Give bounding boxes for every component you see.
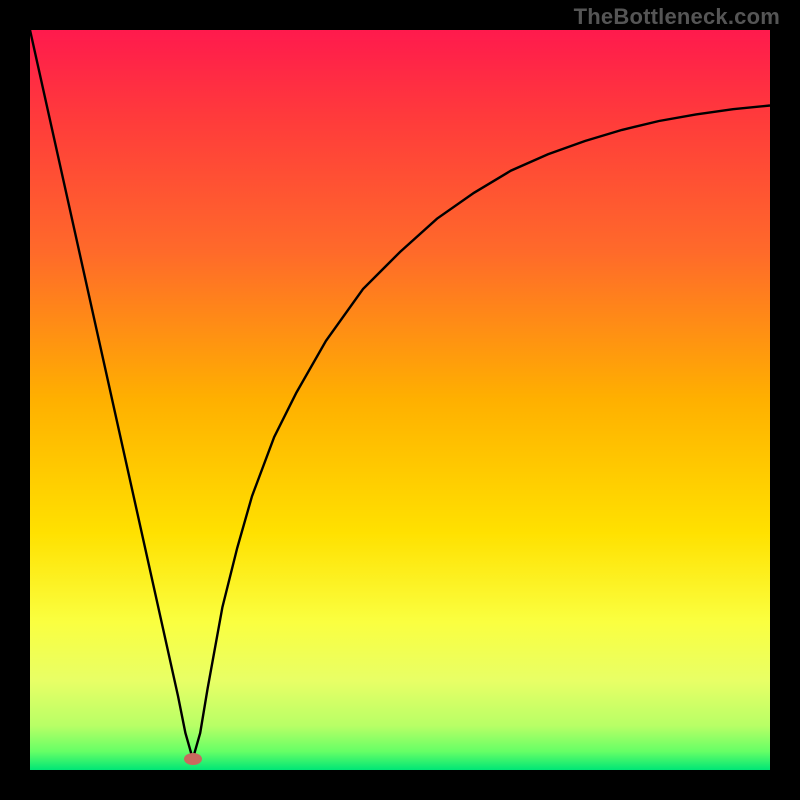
chart-frame: TheBottleneck.com <box>0 0 800 800</box>
optimum-marker <box>184 753 202 765</box>
watermark-text: TheBottleneck.com <box>574 4 780 30</box>
gradient-background <box>30 30 770 770</box>
plot-area <box>30 30 770 770</box>
plot-svg <box>30 30 770 770</box>
